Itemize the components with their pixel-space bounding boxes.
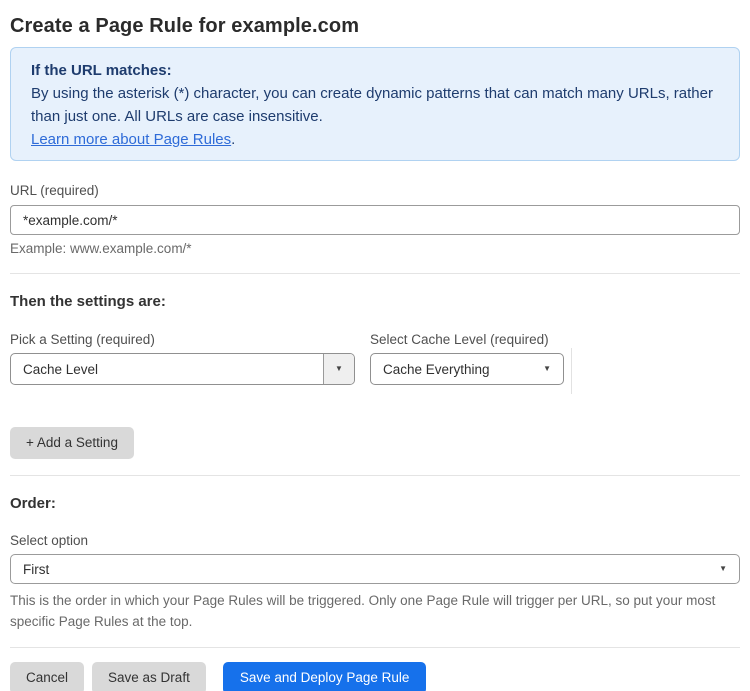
link-period: .: [231, 131, 236, 148]
cache-level-dropdown[interactable]: Cache Everything ▼: [370, 353, 564, 385]
info-box-body: By using the asterisk (*) character, you…: [31, 85, 713, 125]
url-field-hint: Example: www.example.com/*: [10, 241, 192, 256]
form-actions: Cancel Save as Draft Save and Deploy Pag…: [10, 662, 740, 691]
setting-group-divider: [571, 348, 572, 394]
pick-setting-selected-value: Cache Level: [23, 361, 99, 377]
pick-setting-dropdown[interactable]: Cache Level ▼: [10, 353, 355, 385]
save-and-deploy-button[interactable]: Save and Deploy Page Rule: [222, 662, 427, 691]
order-heading: Order:: [10, 495, 56, 512]
cache-level-label: Select Cache Level (required): [370, 332, 549, 347]
save-as-draft-button[interactable]: Save as Draft: [92, 662, 206, 691]
section-divider: [10, 273, 740, 274]
info-box-heading: If the URL matches:: [31, 62, 172, 79]
chevron-down-icon: ▼: [335, 364, 343, 373]
page-title: Create a Page Rule for example.com: [10, 15, 360, 37]
chevron-down-icon: ▼: [543, 364, 551, 373]
cache-level-selected-value: Cache Everything: [383, 361, 490, 377]
settings-heading: Then the settings are:: [10, 293, 166, 310]
cancel-button[interactable]: Cancel: [10, 662, 85, 691]
url-match-info-box: If the URL matches: By using the asteris…: [10, 47, 740, 161]
add-setting-button[interactable]: + Add a Setting: [10, 427, 134, 459]
url-field-label: URL (required): [10, 183, 99, 198]
order-select[interactable]: First ▼: [10, 554, 740, 584]
order-hint: This is the order in which your Page Rul…: [10, 593, 716, 629]
pick-setting-dropdown-button[interactable]: ▼: [323, 354, 354, 384]
order-selected-value: First: [23, 561, 50, 577]
learn-more-link[interactable]: Learn more about Page Rules: [31, 131, 231, 148]
info-box-link-line: Learn more about Page Rules.: [31, 128, 719, 151]
pick-setting-column: Pick a Setting (required) Cache Level ▼: [10, 332, 355, 385]
pick-setting-label: Pick a Setting (required): [10, 332, 155, 347]
order-select-label: Select option: [10, 533, 89, 548]
cache-level-column: Select Cache Level (required) Cache Ever…: [370, 332, 564, 385]
section-divider: [10, 475, 740, 476]
create-page-rule-form: Create a Page Rule for example.com If th…: [0, 0, 750, 691]
settings-row: Pick a Setting (required) Cache Level ▼ …: [10, 332, 740, 394]
url-input[interactable]: [10, 205, 740, 235]
chevron-down-icon: ▼: [719, 564, 727, 573]
section-divider: [10, 647, 740, 648]
